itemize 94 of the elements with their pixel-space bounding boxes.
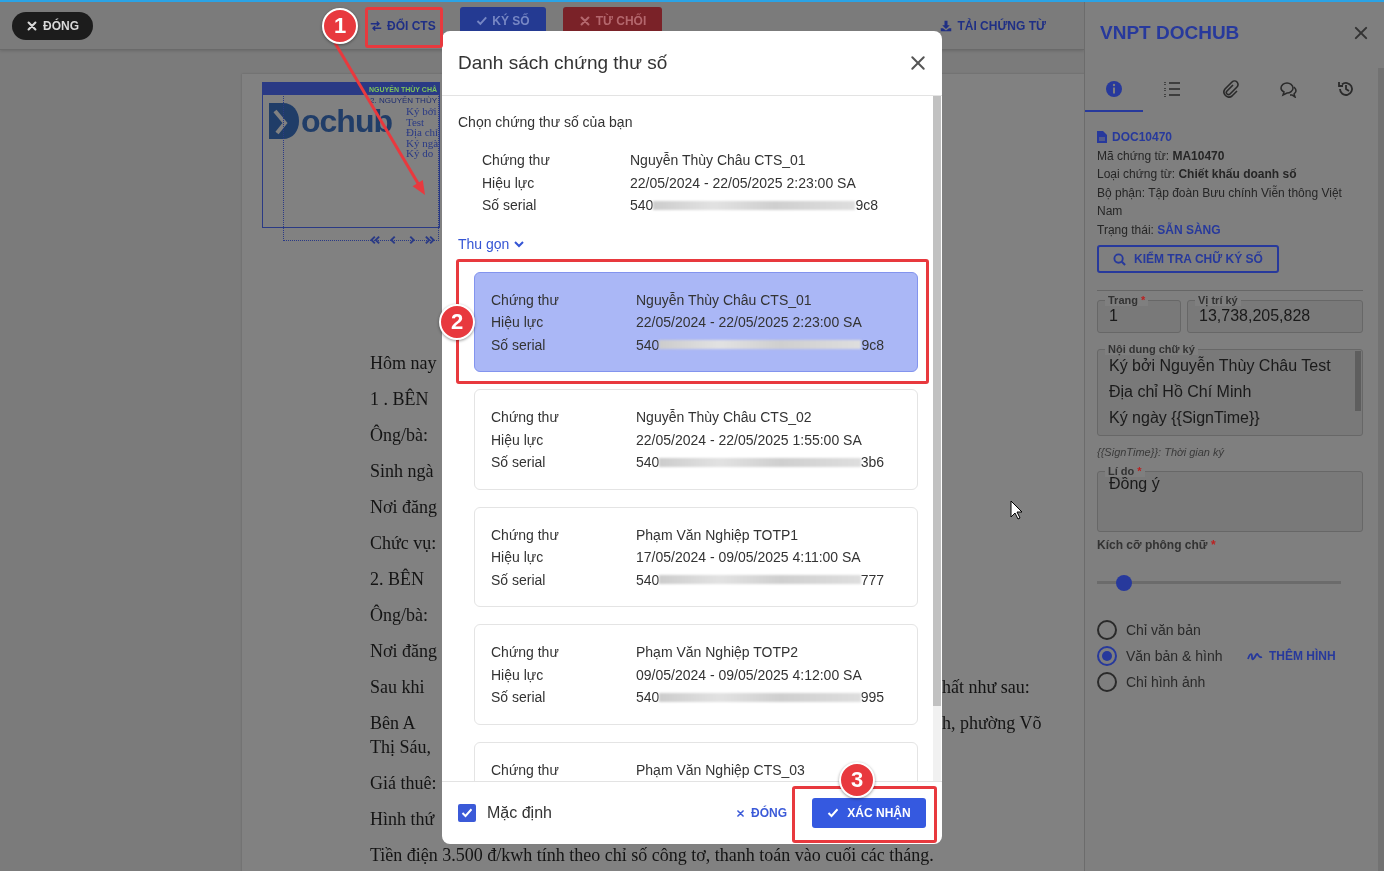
info-text: Bộ phận: Tập đoàn Bưu chính Viễn thông Việt Nam [1097, 184, 1343, 220]
field-value: Nguyễn Thùy Châu CTS_01 [636, 290, 812, 310]
field-value: 09/05/2024 - 09/05/2025 4:12:00 SA [636, 665, 862, 685]
stamp-text: Địa chỉ [406, 127, 439, 138]
document-text: hất như sau: [942, 676, 1030, 699]
field-label: Nội dung chữ ký [1105, 342, 1198, 355]
serial-number: 540 [636, 453, 660, 472]
confirm-button[interactable]: XÁC NHẬN [812, 798, 926, 828]
document-text: Chức vụ: [370, 532, 437, 555]
document-text: Nơi đăng [370, 496, 437, 519]
serial-number: 540 [636, 570, 660, 590]
field-label: Số serial [491, 688, 546, 707]
status-value: SẴN SÀNG [1157, 222, 1221, 237]
field-label: Số serial [482, 196, 537, 215]
field-value: Phạm Văn Nghiệp TOTP2 [636, 643, 799, 662]
certificate-card[interactable]: Chứng thư Nguyễn Thùy Châu CTS_02 Hiệu lực 22/05/2024 - 22/05/2025 1:55:00 SA Số serial 540 3b6 [474, 389, 918, 490]
hint-text: {{SignTime}}: Thời gian ký [1097, 444, 1226, 460]
prompt-text: Chọn chứng thư số của bạn [458, 113, 634, 132]
check-signature-button[interactable]: KIỂM TRA CHỮ KÝ SỐ [1097, 245, 1279, 273]
field-label: Số serial [491, 335, 546, 355]
serial-number: 540 [636, 335, 660, 355]
checkbox-label: Mặc định [487, 804, 552, 822]
field-label: Chứng thư [491, 525, 559, 545]
document-text: Hôm nay [370, 352, 437, 375]
document-text: Nơi đăng [370, 640, 437, 663]
field-label: Số serial [491, 453, 546, 472]
close-button[interactable]: ĐÓNG [12, 11, 93, 40]
radio-option[interactable]: Văn bản & hình [1097, 644, 1247, 667]
field-label: Hiệu lực [491, 665, 544, 685]
stamp-text: Ký do [406, 148, 434, 159]
serial-number: 777 [860, 570, 884, 590]
stamp-text: Test [406, 116, 426, 127]
info-text: Loại chứng từ: Chiết khấu doanh số [1097, 166, 1298, 183]
field-label: Lí do * [1105, 465, 1145, 477]
document-text: 2. BÊN [370, 567, 424, 591]
download-button[interactable]: TẢI CHỨNG TỪ [938, 14, 1048, 37]
serial-number: 995 [860, 688, 884, 707]
document-text: Sinh ngà [370, 460, 434, 483]
info-text: Mã chứng từ: MA10470 [1097, 147, 1226, 165]
field-value: 22/05/2024 - 22/05/2025 1:55:00 SA [636, 430, 862, 450]
field-label: Hiệu lực [491, 548, 544, 567]
document-text: Hình thứ [370, 808, 435, 831]
document-text: Thị Sáu, [370, 736, 431, 759]
field-value: 22/05/2024 - 22/05/2025 2:23:00 SA [630, 173, 856, 193]
dialog-title: Danh sách chứng thư số [458, 52, 668, 74]
document-text: Tiền điện 3.500 đ/kwh tính theo chỉ số công tơ, thanh toán vào cuối các tháng. [370, 844, 934, 867]
field-label: Chứng thư [491, 290, 559, 310]
text-line: Ký bởi Nguyễn Thùy Châu Test [1109, 356, 1332, 376]
serial-number: 9c8 [861, 335, 884, 355]
field-value: Nguyễn Thùy Châu CTS_01 [630, 151, 806, 170]
field-label: Chứng thư [482, 151, 550, 170]
serial-number: 9c8 [855, 196, 878, 215]
switch-certificate-button[interactable]: ĐỔI CTS [368, 14, 438, 37]
text-line: Ký ngày {{SignTime}} [1109, 407, 1261, 428]
field-label: Kích cỡ phông chữ * [1097, 537, 1217, 554]
panel-title: VNPT DOCHUB [1100, 22, 1240, 44]
document-code: DOC10470 [1112, 129, 1173, 146]
field-label: Chứng thư [491, 643, 559, 662]
document-text: Ông/bà: [370, 423, 428, 447]
field-value: 22/05/2024 - 22/05/2025 2:23:00 SA [636, 313, 862, 332]
field-label: Hiệu lực [482, 173, 535, 193]
serial-number: 540 [636, 688, 660, 707]
info-label: Trạng thái: [1097, 222, 1155, 237]
document-text: Sau khi [370, 676, 425, 699]
text-line: Địa chỉ Hồ Chí Minh [1109, 381, 1253, 402]
field-label: Hiệu lực [491, 430, 544, 450]
collapse-link[interactable]: Thu gọn [458, 233, 526, 254]
radio-option[interactable]: Chỉ văn bản [1097, 618, 1247, 641]
certificate-card[interactable]: Chứng thư Nguyễn Thùy Châu CTS_01 Hiệu lực 22/05/2024 - 22/05/2025 2:23:00 SA Số serial 540 9c8 [474, 271, 918, 372]
certificate-card[interactable]: Chứng thư Phạm Văn Nghiệp TOTP2 Hiệu lực 09/05/2024 - 09/05/2025 4:12:00 SA Số serial 540 995 [474, 624, 918, 725]
field-label: Vị trí ký [1195, 294, 1241, 306]
serial-number: 3b6 [860, 453, 884, 472]
field-value: 17/05/2024 - 09/05/2025 4:11:00 SA [636, 548, 861, 567]
radio-option[interactable]: Chỉ hình ảnh [1097, 670, 1247, 693]
document-text: Giá thuê: [370, 772, 437, 795]
field-value: Nguyễn Thùy Châu CTS_02 [636, 408, 812, 427]
field-label: Chứng thư [491, 760, 559, 780]
serial-number: 540 [630, 196, 654, 215]
stamp-text: Ký ngà [406, 137, 439, 148]
document-text: h, phường Võ [942, 712, 1042, 735]
field-label: Hiệu lực [491, 313, 544, 332]
document-text: 1 . BÊN [370, 387, 429, 411]
add-image-button[interactable]: THÊM HÌNH [1247, 648, 1366, 663]
field-label: Số serial [491, 570, 546, 590]
stamp-text: Ký bởi [406, 106, 438, 117]
cancel-button[interactable]: ĐÓNG [736, 802, 787, 824]
field-value: Phạm Văn Nghiệp TOTP1 [636, 525, 799, 545]
certificate-card[interactable]: Chứng thư Phạm Văn Nghiệp TOTP1 Hiệu lực 17/05/2024 - 09/05/2025 4:11:00 SA Số serial 540 777 [474, 506, 918, 607]
document-text: Bên A [370, 712, 416, 735]
field-value: Phạm Văn Nghiệp CTS_03 [636, 760, 805, 780]
document-text: Ông/bà: [370, 603, 428, 627]
field-label: Trang * [1105, 294, 1149, 306]
step-badge: 1 [322, 8, 358, 44]
field-label: Chứng thư [491, 408, 559, 427]
